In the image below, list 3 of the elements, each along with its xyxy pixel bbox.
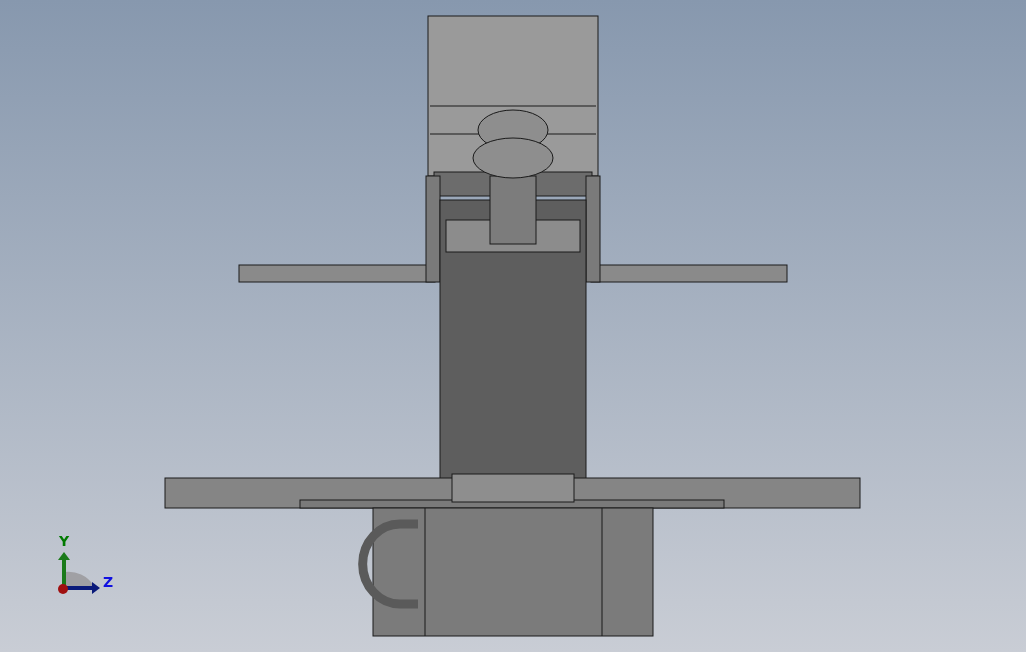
z-axis-label: Z [103,574,114,590]
axis-triad-icon [58,552,100,594]
y-axis-label: Y [59,533,70,549]
